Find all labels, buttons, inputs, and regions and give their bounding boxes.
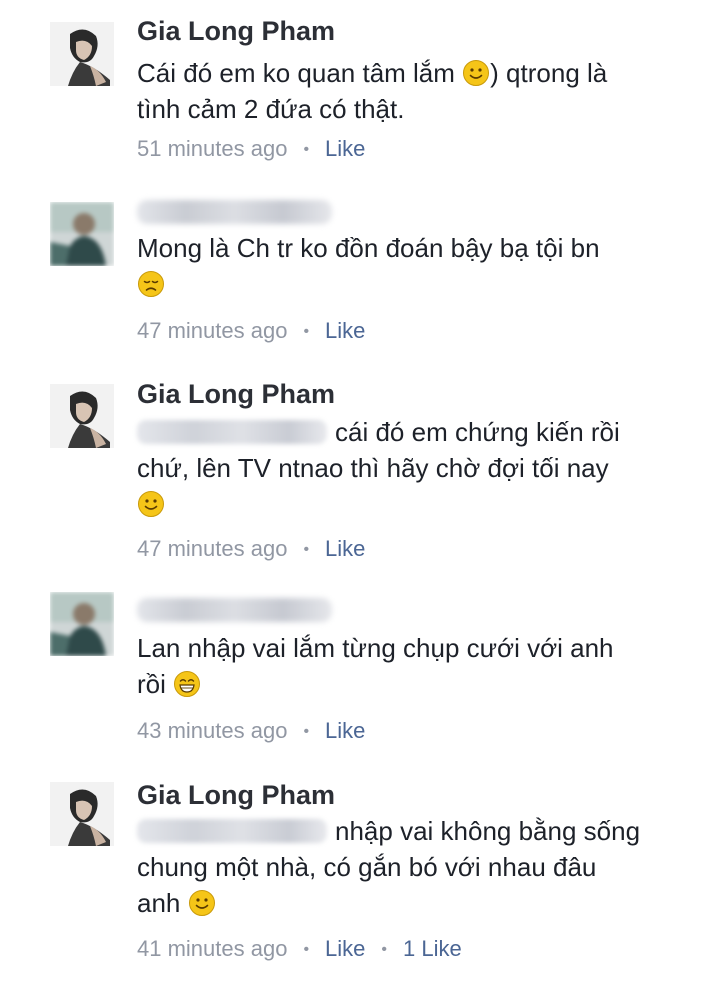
comment-meta: 47 minutes ago • Like [137,536,365,562]
comment-text-part: anh [137,888,181,918]
comment-text-part: nhập vai không bằng sống [335,816,641,846]
timestamp[interactable]: 41 minutes ago [137,936,287,961]
comment-author[interactable]: Gia Long Pham [137,379,335,410]
like-button[interactable]: Like [325,136,365,161]
like-count-link[interactable]: 1 Like [403,936,462,961]
comment-text: Mong là Ch tr ko đồn đoán bậy bạ tội bn [137,230,697,302]
blurred-mention[interactable] [137,420,327,444]
profile-photo-icon [50,384,114,448]
comment-meta: 43 minutes ago • Like [137,718,365,744]
timestamp[interactable]: 51 minutes ago [137,136,287,161]
timestamp[interactable]: 43 minutes ago [137,718,287,743]
comment-meta: 41 minutes ago • Like • 1 Like [137,936,462,962]
avatar[interactable] [50,384,114,448]
comment-text: Cái đó em ko quan tâm lắm ) qtrong là tì… [137,55,697,127]
comment-text-part: cái đó em chứng kiến rồi [335,417,620,447]
slight-smile-emoji-icon [462,59,490,87]
comment-text-part: chung một nhà, có gắn bó với nhau đâu [137,852,597,882]
comment-text-part: Cái đó em ko quan tâm lắm [137,58,455,88]
blurred-profile-photo-icon [50,592,114,656]
timestamp[interactable]: 47 minutes ago [137,536,287,561]
blurred-author-name [137,598,332,622]
separator-dot: • [303,323,310,340]
comment-author[interactable]: Gia Long Pham [137,16,335,47]
comment-meta: 51 minutes ago • Like [137,136,365,162]
separator-dot: • [303,723,310,740]
slight-smile-emoji-icon [188,889,216,917]
comment-text-part: Mong là Ch tr ko đồn đoán bậy bạ tội bn [137,233,600,263]
separator-dot: • [303,141,310,158]
avatar[interactable] [50,202,114,266]
separator-dot: • [303,541,310,558]
blurred-mention[interactable] [137,819,327,843]
avatar[interactable] [50,782,114,846]
timestamp[interactable]: 47 minutes ago [137,318,287,343]
comment-text: cái đó em chứng kiến rồi chứ, lên TV ntn… [137,414,697,522]
comment-text: Lan nhập vai lắm từng chụp cưới với anh … [137,630,697,702]
separator-dot: • [381,941,388,958]
like-button[interactable]: Like [325,318,365,343]
comment-author[interactable]: Gia Long Pham [137,780,335,811]
like-button[interactable]: Like [325,718,365,743]
grinning-face-emoji-icon [173,670,201,698]
profile-photo-icon [50,22,114,86]
like-button[interactable]: Like [325,536,365,561]
blurred-profile-photo-icon [50,202,114,266]
avatar[interactable] [50,592,114,656]
comment-text-part: Lan nhập vai lắm từng chụp cưới với anh [137,633,614,663]
blurred-author-name [137,200,332,224]
comment-text: nhập vai không bằng sống chung một nhà, … [137,813,697,921]
comment-meta: 47 minutes ago • Like [137,318,365,344]
comment-text-part: chứ, lên TV ntnao thì hãy chờ đợi tối na… [137,453,609,483]
comment-text-part: tình cảm 2 đứa có thật. [137,94,405,124]
disappointed-face-emoji-icon [137,270,165,298]
avatar[interactable] [50,22,114,86]
slight-smile-emoji-icon [137,490,165,518]
comment-text-part: ) qtrong là [490,58,608,88]
profile-photo-icon [50,782,114,846]
like-button[interactable]: Like [325,936,365,961]
separator-dot: • [303,941,310,958]
comment-text-part: rồi [137,669,166,699]
